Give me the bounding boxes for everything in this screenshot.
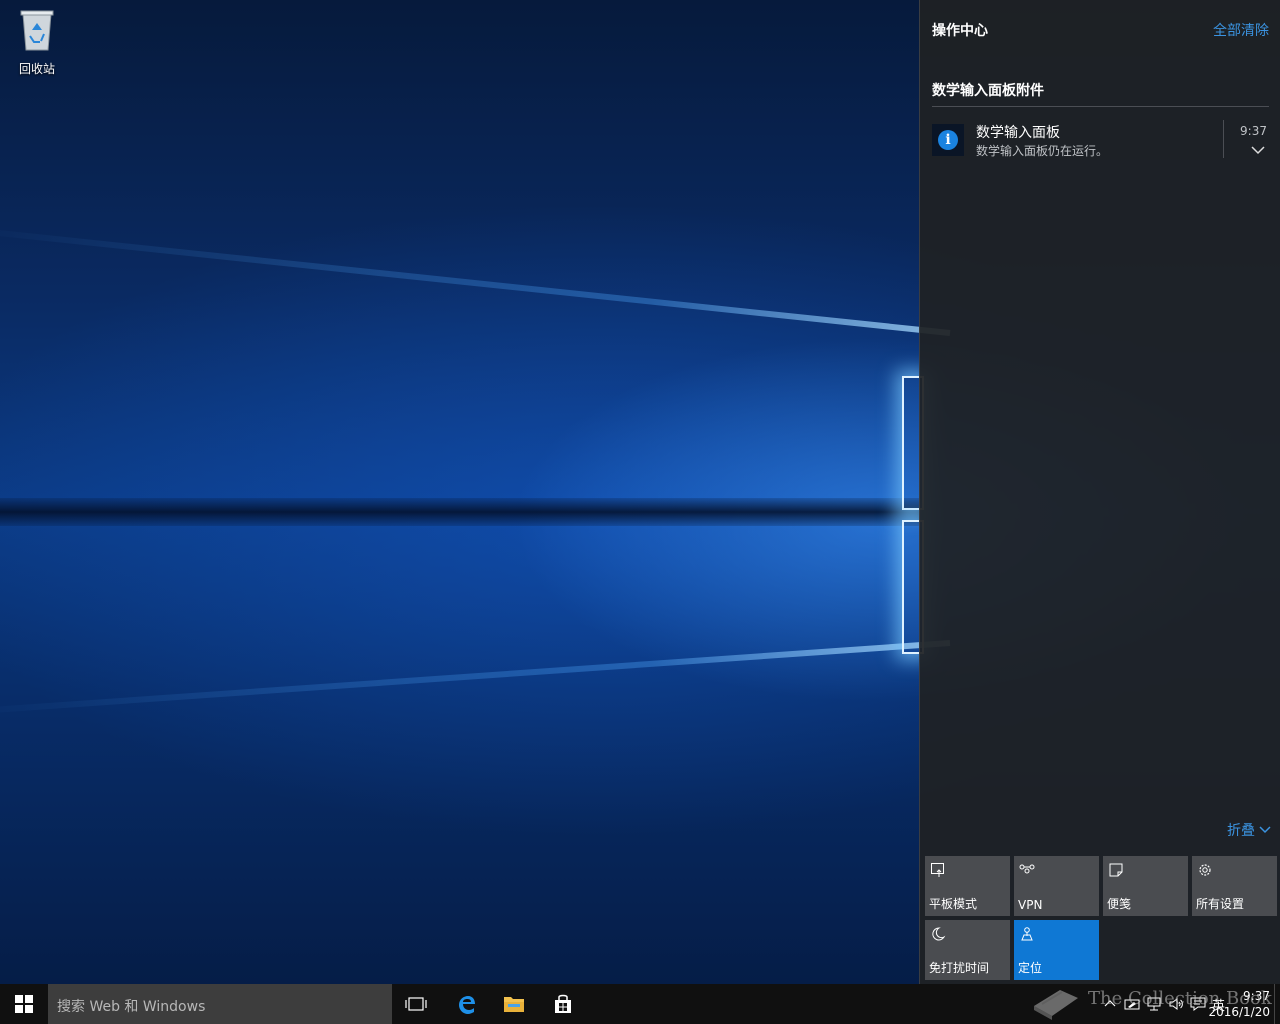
action-center-title: 操作中心 (932, 23, 988, 39)
task-view-button[interactable] (392, 984, 440, 1024)
recycle-bin-icon (20, 10, 54, 51)
start-button[interactable] (0, 984, 48, 1024)
tablet-mode-icon (931, 863, 944, 877)
clear-all-link[interactable]: 全部清除 (1213, 20, 1269, 40)
action-center-panel: 操作中心 全部清除 数学输入面板附件 i 数学输入面板 数学输入面板仍在运行。 … (919, 0, 1280, 984)
search-placeholder: 搜索 Web 和 Windows (57, 999, 206, 1015)
wallpaper-light-beam (0, 640, 951, 716)
recycle-bin-label: 回收站 (18, 62, 55, 76)
quick-action-label: 免打扰时间 (929, 961, 990, 975)
task-view-icon (405, 997, 427, 1011)
edge-browser-button[interactable] (442, 984, 490, 1024)
quick-action-note[interactable]: 便笺 (1103, 856, 1188, 916)
quick-action-label: 便笺 (1107, 897, 1132, 911)
chevron-down-icon (1259, 826, 1271, 834)
search-input[interactable]: 搜索 Web 和 Windows (48, 984, 392, 1024)
quick-action-label: 所有设置 (1196, 897, 1245, 911)
show-desktop-button[interactable] (1274, 984, 1280, 1024)
notification-item[interactable]: i 数学输入面板 数学输入面板仍在运行。 9:37 (932, 118, 1269, 162)
notification-group-title: 数学输入面板附件 (932, 83, 1044, 99)
file-explorer-button[interactable] (490, 984, 538, 1024)
vpn-icon (1019, 864, 1035, 874)
note-icon (1109, 863, 1123, 877)
quick-action-label: VPN (1018, 898, 1043, 912)
quick-action-label: 平板模式 (929, 897, 978, 911)
gear-icon (1199, 864, 1211, 876)
info-icon: i (932, 124, 964, 156)
collapse-label: 折叠 (1227, 823, 1255, 839)
folder-icon (504, 997, 524, 1012)
moon-icon (932, 927, 946, 941)
quick-action-vpn[interactable]: VPN (1014, 856, 1099, 916)
watermark: The Collection Book (1030, 976, 1272, 1020)
windows-logo-icon (15, 995, 33, 1013)
edge-icon (459, 996, 475, 1014)
store-button[interactable] (539, 984, 587, 1024)
collapse-button[interactable]: 折叠 (1227, 820, 1271, 840)
quick-action-location[interactable]: 定位 (1014, 920, 1099, 980)
divider (1223, 120, 1224, 158)
wallpaper-shadow-band (0, 498, 920, 526)
book-logo-icon (1034, 990, 1078, 1020)
notification-time: 9:37 (1240, 124, 1267, 138)
quick-action-quiet-hours[interactable]: 免打扰时间 (925, 920, 1010, 980)
location-icon (1021, 927, 1033, 941)
notification-title: 数学输入面板 (976, 125, 1060, 141)
chevron-down-icon[interactable] (1251, 144, 1265, 156)
notification-body: 数学输入面板仍在运行。 (976, 144, 1109, 158)
quick-action-all-settings[interactable]: 所有设置 (1192, 856, 1277, 916)
quick-action-tablet-mode[interactable]: 平板模式 (925, 856, 1010, 916)
quick-action-label: 定位 (1018, 961, 1043, 975)
store-icon (555, 994, 571, 1013)
action-center-header: 操作中心 全部清除 (932, 18, 1269, 42)
watermark-text: The Collection Book (1088, 987, 1272, 1009)
divider (932, 106, 1269, 107)
wallpaper-light-beam (0, 225, 951, 336)
recycle-bin[interactable]: 回收站 (12, 8, 62, 77)
